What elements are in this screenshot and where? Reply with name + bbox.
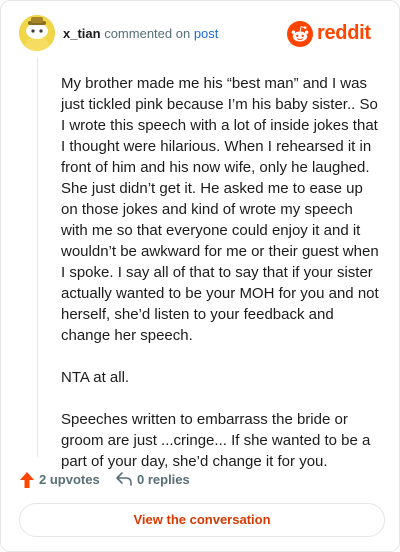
- upvote-count: 2 upvotes: [39, 472, 100, 487]
- comment-body: My brother made me his “best man” and I …: [61, 73, 379, 493]
- reddit-brand[interactable]: reddit: [287, 21, 385, 47]
- comment-meta: x_tian commented on post: [63, 26, 218, 41]
- reply-button[interactable]: 0 replies: [115, 469, 195, 491]
- snoo-avatar-icon: [19, 15, 55, 51]
- upvote-arrow-icon: [20, 472, 34, 488]
- username[interactable]: x_tian: [63, 26, 101, 41]
- thread-line: [37, 57, 38, 457]
- view-conversation-button[interactable]: View the conversation: [19, 503, 385, 537]
- post-link[interactable]: post: [194, 26, 219, 41]
- comment-paragraph: NTA at all.: [61, 369, 130, 386]
- comment-paragraph: My brother made me his “best man” and I …: [61, 75, 379, 344]
- comment-header: x_tian commented on post reddit: [19, 15, 385, 55]
- brand-name: reddit: [317, 22, 371, 44]
- comment-paragraph: Speeches written to embarrass the bride …: [61, 411, 371, 470]
- comment-card: x_tian commented on post reddit My broth…: [0, 0, 400, 552]
- reply-count: 0 replies: [137, 472, 190, 487]
- user-avatar[interactable]: [19, 15, 55, 51]
- comment-actions: 2 upvotes 0 replies: [19, 469, 379, 491]
- upvote-button[interactable]: 2 upvotes: [19, 469, 100, 491]
- reply-arrow-icon: [116, 472, 132, 486]
- reddit-logo-icon: [287, 21, 313, 47]
- action-text: commented on: [104, 26, 191, 41]
